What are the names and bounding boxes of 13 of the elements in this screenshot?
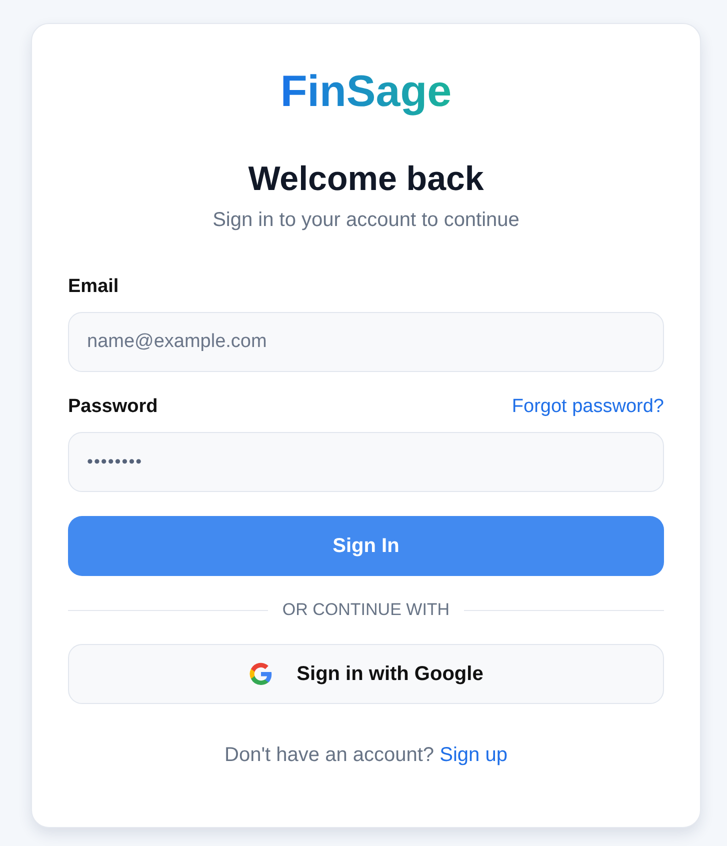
sign-in-button[interactable]: Sign In bbox=[68, 516, 664, 576]
field-label: Email bbox=[68, 276, 119, 298]
field-label: Password bbox=[68, 396, 158, 418]
input-field[interactable]: name@example.com bbox=[68, 312, 664, 372]
forgot-password-link[interactable]: Forgot password? bbox=[512, 396, 664, 418]
subheading: Sign in to your account to continue bbox=[212, 209, 520, 232]
input-field[interactable]: •••••••• bbox=[68, 432, 664, 492]
footer-text: Don't have an account? bbox=[224, 744, 434, 766]
sign-up-link[interactable]: Sign up bbox=[440, 744, 508, 766]
google-g-icon bbox=[248, 662, 273, 686]
google-sign-in-button[interactable]: Sign in with Google bbox=[68, 644, 664, 704]
heading: Welcome back bbox=[248, 160, 484, 199]
divider-label: OR CONTINUE WITH bbox=[282, 600, 450, 620]
